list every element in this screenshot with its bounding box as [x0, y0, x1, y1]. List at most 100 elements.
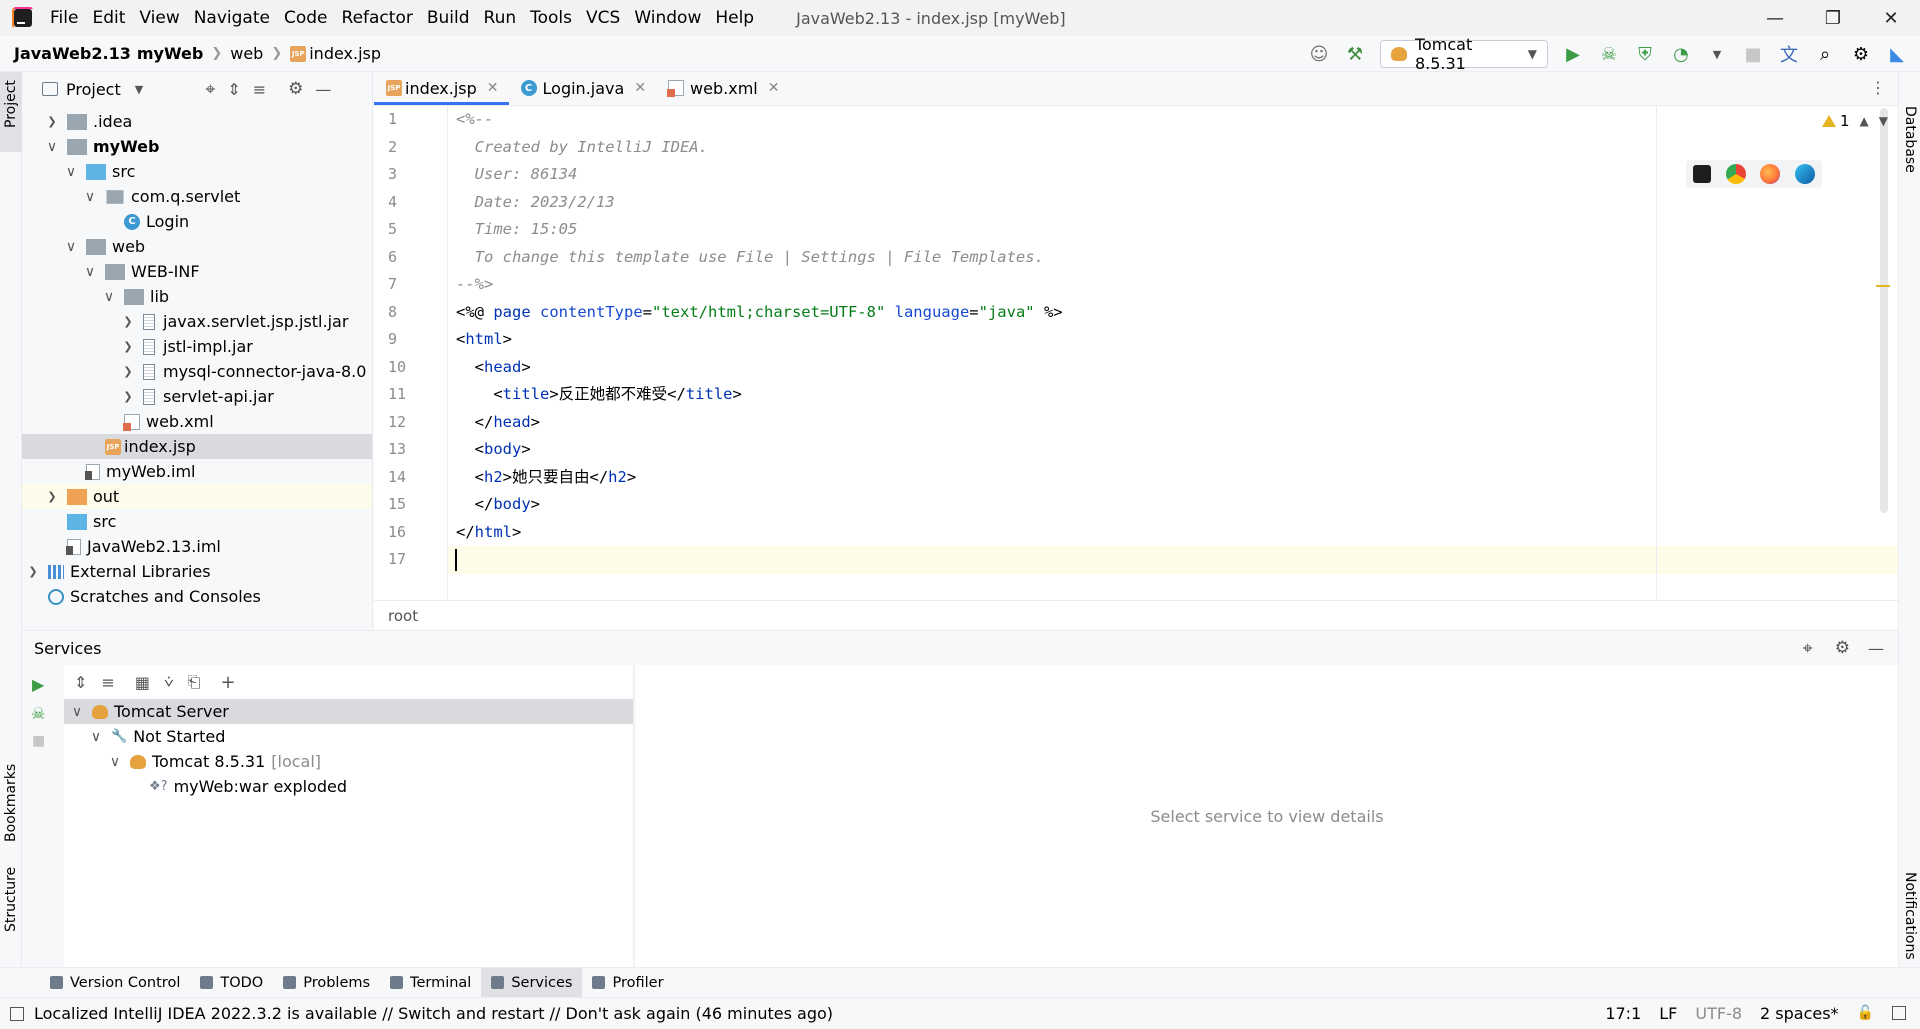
code-line[interactable]: Time: 15:05: [456, 216, 1556, 244]
firefox-icon[interactable]: [1760, 164, 1781, 184]
hide-panel-icon[interactable]: —: [315, 80, 331, 99]
chevron-right-icon[interactable]: ❯: [121, 365, 135, 378]
group-by-icon[interactable]: ▦: [135, 673, 150, 692]
user-icon[interactable]: ☺: [1308, 43, 1330, 65]
code-line[interactable]: <body>: [456, 436, 1556, 464]
line-number[interactable]: 8: [374, 299, 447, 327]
translate-icon[interactable]: 文: [1778, 43, 1800, 66]
code-line[interactable]: Date: 2023/2/13: [456, 189, 1556, 217]
inspection-widget[interactable]: 1 ▲ ▼: [1821, 112, 1888, 130]
project-tree-item[interactable]: myWeb.iml: [22, 459, 372, 484]
project-tree-item[interactable]: JSP index.jsp: [22, 434, 372, 459]
minimize-icon[interactable]: —: [1746, 0, 1804, 36]
profile-icon[interactable]: ◔: [1670, 43, 1692, 65]
caret-position[interactable]: 17:1: [1605, 1004, 1641, 1023]
expand-all-icon[interactable]: ⇕: [227, 80, 240, 99]
chrome-icon[interactable]: [1725, 164, 1746, 184]
code-line[interactable]: Created by IntelliJ IDEA.: [456, 134, 1556, 162]
menu-code[interactable]: Code: [284, 8, 328, 28]
project-tree-item[interactable]: src: [22, 509, 372, 534]
database-tool-label[interactable]: Database: [1902, 106, 1918, 173]
chevron-down-icon[interactable]: ∨: [102, 289, 116, 305]
project-tree-item[interactable]: ❯ .idea: [22, 109, 372, 134]
chevron-down-icon[interactable]: ∨: [108, 754, 122, 770]
close-icon[interactable]: ✕: [1862, 0, 1920, 36]
project-tree-item[interactable]: C Login: [22, 209, 372, 234]
line-number[interactable]: 1: [374, 106, 447, 134]
breadcrumb-module[interactable]: myWeb: [137, 44, 203, 63]
tool-tab-todo[interactable]: TODO: [190, 968, 273, 998]
services-tree-item[interactable]: ∨ Tomcat Server: [64, 699, 633, 724]
stop-icon[interactable]: ■: [1742, 43, 1764, 65]
tool-tab-terminal[interactable]: Terminal: [380, 968, 481, 998]
run-icon[interactable]: ▶: [1562, 43, 1584, 65]
project-tree-item[interactable]: web.xml: [22, 409, 372, 434]
line-number[interactable]: 2: [374, 134, 447, 162]
project-tree-item[interactable]: Scratches and Consoles: [22, 584, 372, 609]
code-line[interactable]: <html>: [456, 326, 1556, 354]
code-line[interactable]: </body>: [456, 491, 1556, 519]
notifications-tool-label[interactable]: Notifications: [1902, 872, 1918, 960]
services-tree-item[interactable]: ∨ 🔧 Not Started: [64, 724, 633, 749]
menu-navigate[interactable]: Navigate: [194, 8, 270, 28]
chevron-down-icon[interactable]: ∨: [64, 164, 78, 180]
jetbrains-toolbox-icon[interactable]: ◣: [1886, 43, 1908, 65]
project-tree-item[interactable]: ❯ servlet-api.jar: [22, 384, 372, 409]
settings-gear-icon[interactable]: ⚙: [1850, 43, 1872, 65]
build-hammer-icon[interactable]: ⚒: [1344, 43, 1366, 65]
chevron-right-icon[interactable]: ❯: [45, 115, 59, 128]
project-tree-item[interactable]: ∨ com.q.servlet: [22, 184, 372, 209]
line-number[interactable]: 13: [374, 436, 447, 464]
project-tree-item[interactable]: ❯ mysql-connector-java-8.0: [22, 359, 372, 384]
code-lines[interactable]: <%-- Created by IntelliJ IDEA. User: 861…: [456, 106, 1556, 574]
chevron-right-icon[interactable]: ❯: [121, 390, 135, 403]
editor-tab[interactable]: JSP index.jsp ✕: [374, 71, 509, 105]
line-number[interactable]: 4: [374, 189, 447, 217]
editor-tab[interactable]: C Login.java ✕: [509, 71, 657, 105]
tab-actions-more-icon[interactable]: ⋮: [1870, 78, 1886, 97]
hide-services-icon[interactable]: —: [1868, 639, 1884, 658]
chevron-down-icon[interactable]: ∨: [70, 704, 84, 720]
project-tree-item[interactable]: ∨ lib: [22, 284, 372, 309]
project-tree-item[interactable]: ❯ javax.servlet.jsp.jstl.jar: [22, 309, 372, 334]
breadcrumb-file[interactable]: index.jsp: [309, 44, 381, 63]
options-gear-icon[interactable]: ⚙: [288, 79, 303, 99]
menu-help[interactable]: Help: [715, 8, 754, 28]
code-line[interactable]: <h2>她只要自由</h2>: [456, 464, 1556, 492]
breadcrumb-folder[interactable]: web: [230, 44, 263, 63]
editor-breadcrumb-root[interactable]: root: [388, 607, 418, 625]
chevron-right-icon[interactable]: ❯: [121, 315, 135, 328]
collapse-all-icon[interactable]: ≡: [101, 673, 114, 692]
editor-scrollbar[interactable]: [1880, 108, 1888, 513]
menu-refactor[interactable]: Refactor: [342, 8, 413, 28]
chevron-down-icon[interactable]: ∨: [45, 139, 59, 155]
code-line[interactable]: To change this template use File | Setti…: [456, 244, 1556, 272]
add-service-target-icon[interactable]: ⌖: [1803, 638, 1813, 659]
restore-icon[interactable]: ❐: [1804, 0, 1862, 36]
line-number[interactable]: 10: [374, 354, 447, 382]
project-tool-label[interactable]: Project: [3, 80, 19, 128]
tool-tab-profiler[interactable]: Profiler: [582, 968, 673, 998]
run-service-icon[interactable]: ▶: [32, 675, 62, 694]
code-line[interactable]: <%--: [456, 106, 1556, 134]
tool-tab-problems[interactable]: Problems: [273, 968, 380, 998]
project-tree-item[interactable]: ∨ web: [22, 234, 372, 259]
line-number[interactable]: 6: [374, 244, 447, 272]
chevron-down-icon[interactable]: ∨: [83, 264, 97, 280]
line-number[interactable]: 16: [374, 519, 447, 547]
lock-icon[interactable]: 🔓: [1857, 1005, 1874, 1021]
breadcrumb-project[interactable]: JavaWeb2.13: [14, 44, 131, 63]
next-highlight-icon[interactable]: ▼: [1879, 114, 1888, 128]
chevron-down-icon[interactable]: ∨: [83, 189, 97, 205]
editor-tab[interactable]: web.xml ✕: [656, 71, 789, 105]
project-panel-title[interactable]: Project: [66, 80, 121, 99]
collapse-all-icon[interactable]: ≡: [253, 80, 266, 99]
project-tree-item[interactable]: JavaWeb2.13.iml: [22, 534, 372, 559]
project-tree-item[interactable]: ∨ WEB-INF: [22, 259, 372, 284]
line-number[interactable]: 5: [374, 216, 447, 244]
menu-view[interactable]: View: [139, 8, 179, 28]
tool-tab-version-control[interactable]: Version Control: [40, 968, 190, 998]
indent-setting[interactable]: 2 spaces*: [1760, 1004, 1839, 1023]
chevron-right-icon[interactable]: ❯: [45, 490, 59, 503]
search-icon[interactable]: ⌕: [1814, 43, 1836, 65]
